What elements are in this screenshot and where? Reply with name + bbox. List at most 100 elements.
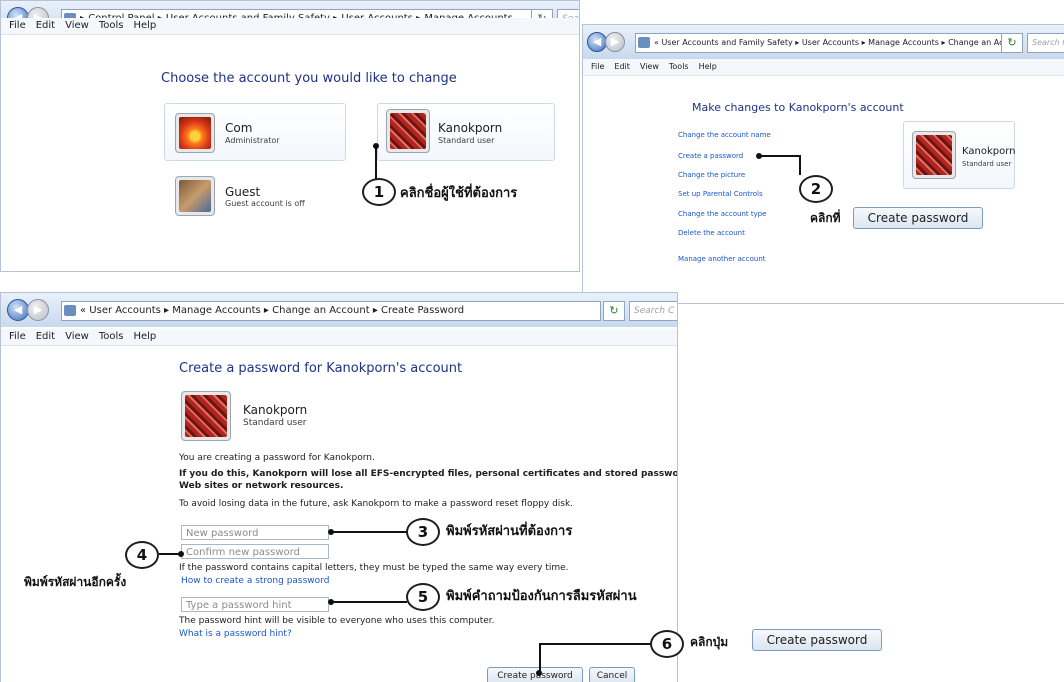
avatar [175, 176, 215, 216]
step-1-label: คลิกชื่อผู้ใช้ที่ต้องการ [400, 186, 518, 201]
address-bar[interactable]: « User Accounts and Family Safety ▸ User… [635, 33, 1005, 53]
menu-tools[interactable]: Tools [99, 331, 124, 342]
menu-bar: File Edit View Tools Help [1, 329, 677, 346]
menu-help[interactable]: Help [699, 62, 717, 71]
manage-accounts-window: ◀ ▶ ▸ Control Panel ▸ User Accounts and … [0, 0, 580, 272]
menu-edit[interactable]: Edit [36, 20, 55, 31]
account-role: Standard user [243, 418, 307, 428]
forward-button[interactable]: ▶ [605, 32, 625, 52]
account-role: Administrator [225, 136, 280, 145]
account-tile-kanokporn[interactable]: Kanokporn Standard user [377, 103, 555, 161]
menu-bar: File Edit View Tools Help [583, 59, 1064, 76]
menu-tools[interactable]: Tools [99, 20, 124, 31]
menu-tools[interactable]: Tools [669, 62, 689, 71]
create-password-button[interactable]: Create password [487, 667, 583, 682]
password-hint-input[interactable]: Type a password hint [181, 597, 329, 612]
change-type-link[interactable]: Change the account type [678, 210, 767, 218]
menu-file[interactable]: File [591, 62, 604, 71]
avatar [912, 131, 956, 179]
control-panel-icon [64, 305, 76, 316]
menu-edit[interactable]: Edit [36, 331, 55, 342]
annotation-line [799, 155, 801, 175]
menu-help[interactable]: Help [133, 331, 156, 342]
menu-file[interactable]: File [9, 20, 26, 31]
step-3-label: พิมพ์รหัสผ่านที่ต้องการ [446, 524, 573, 539]
create-password-callout-button: Create password [853, 207, 983, 229]
account-name: Kanokporn [243, 403, 308, 417]
password-hint-link[interactable]: What is a password hint? [179, 629, 292, 639]
account-tile-guest[interactable]: Guest Guest account is off [164, 168, 346, 226]
account-name: Kanokporn [438, 121, 503, 135]
caps-note: If the password contains capital letters… [179, 563, 569, 573]
menu-file[interactable]: File [9, 331, 26, 342]
step-2-label: คลิกที่ [810, 211, 841, 225]
crumb-manage-accounts[interactable]: Manage Accounts [172, 305, 261, 316]
guest-suitcase-icon [179, 180, 211, 212]
step-2-circle: 2 [799, 175, 833, 203]
change-picture-link[interactable]: Change the picture [678, 171, 745, 179]
avatar [175, 113, 215, 153]
crumb-change-account[interactable]: Change an Account [948, 38, 1004, 47]
annotation-line [759, 155, 801, 157]
crumb-user-accounts[interactable]: User Accounts [802, 38, 859, 47]
account-tile-com[interactable]: Com Administrator [164, 103, 346, 161]
info-text: You are creating a password for Kanokpor… [179, 453, 375, 463]
step-3-circle: 3 [406, 518, 440, 546]
account-name: Com [225, 121, 253, 135]
warning-text-line2: Web sites or network resources. [179, 481, 344, 491]
crumb-user-accounts-family[interactable]: User Accounts and Family Safety [661, 38, 792, 47]
annotation-line [331, 601, 407, 603]
parental-controls-link[interactable]: Set up Parental Controls [678, 190, 763, 198]
annotation-line [539, 643, 651, 645]
annotation-dot [536, 670, 542, 676]
page-title: Make changes to Kanokporn's account [692, 101, 904, 114]
address-bar-area: ◀ ▶ « User Accounts and Family Safety ▸ … [583, 25, 1064, 59]
strong-password-link[interactable]: How to create a strong password [181, 576, 329, 586]
warning-text-line1: If you do this, Kanokporn will lose all … [179, 469, 678, 479]
floppy-text: To avoid losing data in the future, ask … [179, 499, 574, 509]
search-input[interactable]: Search C [629, 301, 677, 321]
avatar [181, 391, 231, 441]
crumb-user-accounts[interactable]: User Accounts [89, 305, 161, 316]
account-role: Standard user [962, 160, 1012, 168]
page-title: Choose the account you would like to cha… [161, 71, 457, 86]
change-name-link[interactable]: Change the account name [678, 131, 771, 139]
back-button[interactable]: ◀ [587, 32, 607, 52]
menu-edit[interactable]: Edit [614, 62, 630, 71]
account-role: Standard user [438, 136, 495, 145]
page-title: Create a password for Kanokporn's accoun… [179, 361, 463, 376]
cancel-button[interactable]: Cancel [589, 667, 635, 682]
flower-picture-icon [179, 117, 211, 149]
address-bar[interactable]: « User Accounts ▸ Manage Accounts ▸ Chan… [61, 301, 601, 321]
avatar [386, 109, 430, 153]
step-5-circle: 5 [406, 583, 440, 611]
address-bar-area: ◀ ▶ « User Accounts ▸ Manage Accounts ▸ … [1, 293, 677, 327]
step-5-label: พิมพ์คำถามป้องกันการลืมรหัสผ่าน [446, 589, 637, 604]
refresh-button[interactable]: ↻ [1001, 33, 1023, 53]
refresh-button[interactable]: ↻ [603, 301, 625, 321]
back-button[interactable]: ◀ [7, 299, 29, 321]
menu-bar: File Edit View Tools Help [1, 18, 579, 35]
step-4-circle: 4 [125, 541, 159, 569]
annotation-line [331, 531, 407, 533]
chair-picture-icon [390, 113, 426, 149]
menu-help[interactable]: Help [133, 20, 156, 31]
manage-another-link[interactable]: Manage another account [678, 255, 766, 263]
chair-picture-icon [916, 135, 952, 175]
forward-button[interactable]: ▶ [27, 299, 49, 321]
menu-view[interactable]: View [65, 20, 89, 31]
delete-account-link[interactable]: Delete the account [678, 229, 745, 237]
menu-view[interactable]: View [65, 331, 89, 342]
confirm-password-input[interactable]: Confirm new password [181, 544, 329, 559]
create-password-link[interactable]: Create a password [678, 152, 743, 160]
crumb-manage-accounts[interactable]: Manage Accounts [868, 38, 939, 47]
search-input[interactable]: Search Cont [1027, 33, 1064, 53]
menu-view[interactable]: View [640, 62, 659, 71]
crumb-create-password[interactable]: Create Password [381, 305, 464, 316]
step-6-label: คลิกปุ่ม [690, 635, 729, 649]
annotation-dot [178, 551, 184, 557]
account-name: Guest [225, 185, 261, 199]
hint-note: The password hint will be visible to eve… [179, 616, 495, 626]
new-password-input[interactable]: New password [181, 525, 329, 540]
crumb-change-account[interactable]: Change an Account [272, 305, 370, 316]
